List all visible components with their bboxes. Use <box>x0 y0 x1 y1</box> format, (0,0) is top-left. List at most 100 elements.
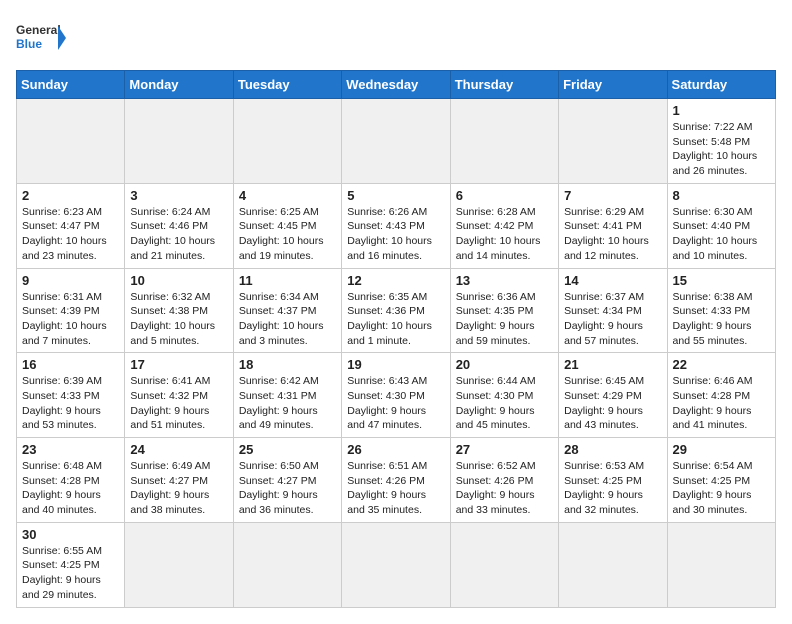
day-cell: 23 Sunrise: 6:48 AM Sunset: 4:28 PM Dayli… <box>17 438 125 523</box>
day-cell: 15 Sunrise: 6:38 AM Sunset: 4:33 PM Dayli… <box>667 268 775 353</box>
day-info: Sunrise: 6:43 AM Sunset: 4:30 PM Dayligh… <box>347 374 444 433</box>
day-cell: 11 Sunrise: 6:34 AM Sunset: 4:37 PM Dayli… <box>233 268 341 353</box>
day-number: 1 <box>673 103 770 118</box>
day-info: Sunrise: 6:52 AM Sunset: 4:26 PM Dayligh… <box>456 459 553 518</box>
day-info: Sunrise: 6:24 AM Sunset: 4:46 PM Dayligh… <box>130 205 227 264</box>
day-cell: 21 Sunrise: 6:45 AM Sunset: 4:29 PM Dayli… <box>559 353 667 438</box>
day-cell <box>450 522 558 607</box>
day-cell: 16 Sunrise: 6:39 AM Sunset: 4:33 PM Dayli… <box>17 353 125 438</box>
day-number: 12 <box>347 273 444 288</box>
svg-text:Blue: Blue <box>16 37 42 51</box>
day-cell: 29 Sunrise: 6:54 AM Sunset: 4:25 PM Dayli… <box>667 438 775 523</box>
day-cell <box>559 522 667 607</box>
day-info: Sunrise: 6:32 AM Sunset: 4:38 PM Dayligh… <box>130 290 227 349</box>
day-number: 2 <box>22 188 119 203</box>
day-number: 20 <box>456 357 553 372</box>
weekday-header-wednesday: Wednesday <box>342 71 450 99</box>
day-cell: 27 Sunrise: 6:52 AM Sunset: 4:26 PM Dayli… <box>450 438 558 523</box>
day-number: 16 <box>22 357 119 372</box>
day-cell: 26 Sunrise: 6:51 AM Sunset: 4:26 PM Dayli… <box>342 438 450 523</box>
svg-text:General: General <box>16 23 61 37</box>
day-cell: 13Sunrise: 6:36 AM Sunset: 4:35 PM Dayli… <box>450 268 558 353</box>
day-info: Sunrise: 6:49 AM Sunset: 4:27 PM Dayligh… <box>130 459 227 518</box>
day-cell: 19 Sunrise: 6:43 AM Sunset: 4:30 PM Dayli… <box>342 353 450 438</box>
day-info: Sunrise: 6:26 AM Sunset: 4:43 PM Dayligh… <box>347 205 444 264</box>
day-info: Sunrise: 6:39 AM Sunset: 4:33 PM Dayligh… <box>22 374 119 433</box>
day-cell <box>342 522 450 607</box>
day-number: 15 <box>673 273 770 288</box>
weekday-header-row: SundayMondayTuesdayWednesdayThursdayFrid… <box>17 71 776 99</box>
day-cell: 22Sunrise: 6:46 AM Sunset: 4:28 PM Dayli… <box>667 353 775 438</box>
day-info: Sunrise: 6:45 AM Sunset: 4:29 PM Dayligh… <box>564 374 661 433</box>
day-cell: 1Sunrise: 7:22 AM Sunset: 5:48 PM Daylig… <box>667 99 775 184</box>
week-row-2: 9 Sunrise: 6:31 AM Sunset: 4:39 PM Daylig… <box>17 268 776 353</box>
week-row-0: 1Sunrise: 7:22 AM Sunset: 5:48 PM Daylig… <box>17 99 776 184</box>
day-cell: 5 Sunrise: 6:26 AM Sunset: 4:43 PM Daylig… <box>342 183 450 268</box>
day-number: 8 <box>673 188 770 203</box>
day-number: 25 <box>239 442 336 457</box>
day-cell <box>125 99 233 184</box>
day-number: 17 <box>130 357 227 372</box>
calendar: SundayMondayTuesdayWednesdayThursdayFrid… <box>16 70 776 608</box>
day-info: Sunrise: 6:51 AM Sunset: 4:26 PM Dayligh… <box>347 459 444 518</box>
day-info: Sunrise: 6:25 AM Sunset: 4:45 PM Dayligh… <box>239 205 336 264</box>
day-number: 5 <box>347 188 444 203</box>
day-info: Sunrise: 6:54 AM Sunset: 4:25 PM Dayligh… <box>673 459 770 518</box>
day-number: 27 <box>456 442 553 457</box>
day-cell: 24Sunrise: 6:49 AM Sunset: 4:27 PM Dayli… <box>125 438 233 523</box>
week-row-5: 30Sunrise: 6:55 AM Sunset: 4:25 PM Dayli… <box>17 522 776 607</box>
day-info: Sunrise: 6:42 AM Sunset: 4:31 PM Dayligh… <box>239 374 336 433</box>
day-cell: 18 Sunrise: 6:42 AM Sunset: 4:31 PM Dayli… <box>233 353 341 438</box>
day-cell: 14Sunrise: 6:37 AM Sunset: 4:34 PM Dayli… <box>559 268 667 353</box>
day-number: 11 <box>239 273 336 288</box>
day-cell: 3 Sunrise: 6:24 AM Sunset: 4:46 PM Daylig… <box>125 183 233 268</box>
week-row-1: 2Sunrise: 6:23 AM Sunset: 4:47 PM Daylig… <box>17 183 776 268</box>
day-info: Sunrise: 6:53 AM Sunset: 4:25 PM Dayligh… <box>564 459 661 518</box>
day-cell <box>342 99 450 184</box>
header: General Blue <box>16 16 776 60</box>
day-number: 22 <box>673 357 770 372</box>
day-cell <box>233 99 341 184</box>
day-number: 3 <box>130 188 227 203</box>
day-info: Sunrise: 6:41 AM Sunset: 4:32 PM Dayligh… <box>130 374 227 433</box>
weekday-header-monday: Monday <box>125 71 233 99</box>
day-info: Sunrise: 6:35 AM Sunset: 4:36 PM Dayligh… <box>347 290 444 349</box>
day-info: Sunrise: 6:28 AM Sunset: 4:42 PM Dayligh… <box>456 205 553 264</box>
weekday-header-sunday: Sunday <box>17 71 125 99</box>
day-info: Sunrise: 6:38 AM Sunset: 4:33 PM Dayligh… <box>673 290 770 349</box>
day-number: 18 <box>239 357 336 372</box>
day-number: 21 <box>564 357 661 372</box>
day-cell: 4 Sunrise: 6:25 AM Sunset: 4:45 PM Daylig… <box>233 183 341 268</box>
day-info: Sunrise: 6:48 AM Sunset: 4:28 PM Dayligh… <box>22 459 119 518</box>
weekday-header-friday: Friday <box>559 71 667 99</box>
week-row-4: 23 Sunrise: 6:48 AM Sunset: 4:28 PM Dayli… <box>17 438 776 523</box>
day-number: 26 <box>347 442 444 457</box>
day-number: 19 <box>347 357 444 372</box>
week-row-3: 16 Sunrise: 6:39 AM Sunset: 4:33 PM Dayli… <box>17 353 776 438</box>
day-number: 9 <box>22 273 119 288</box>
day-number: 4 <box>239 188 336 203</box>
day-info: Sunrise: 6:34 AM Sunset: 4:37 PM Dayligh… <box>239 290 336 349</box>
day-number: 14 <box>564 273 661 288</box>
day-cell <box>559 99 667 184</box>
day-info: Sunrise: 6:50 AM Sunset: 4:27 PM Dayligh… <box>239 459 336 518</box>
logo: General Blue <box>16 16 66 60</box>
day-info: Sunrise: 6:55 AM Sunset: 4:25 PM Dayligh… <box>22 544 119 603</box>
day-number: 28 <box>564 442 661 457</box>
day-cell <box>450 99 558 184</box>
day-number: 29 <box>673 442 770 457</box>
day-number: 6 <box>456 188 553 203</box>
day-info: Sunrise: 6:36 AM Sunset: 4:35 PM Dayligh… <box>456 290 553 349</box>
day-info: Sunrise: 6:31 AM Sunset: 4:39 PM Dayligh… <box>22 290 119 349</box>
day-cell: 10 Sunrise: 6:32 AM Sunset: 4:38 PM Dayli… <box>125 268 233 353</box>
day-info: Sunrise: 6:44 AM Sunset: 4:30 PM Dayligh… <box>456 374 553 433</box>
day-number: 10 <box>130 273 227 288</box>
weekday-header-thursday: Thursday <box>450 71 558 99</box>
day-cell: 12 Sunrise: 6:35 AM Sunset: 4:36 PM Dayli… <box>342 268 450 353</box>
day-number: 23 <box>22 442 119 457</box>
day-cell <box>125 522 233 607</box>
day-number: 7 <box>564 188 661 203</box>
day-cell: 2Sunrise: 6:23 AM Sunset: 4:47 PM Daylig… <box>17 183 125 268</box>
logo-svg: General Blue <box>16 16 66 60</box>
day-cell: 9 Sunrise: 6:31 AM Sunset: 4:39 PM Daylig… <box>17 268 125 353</box>
